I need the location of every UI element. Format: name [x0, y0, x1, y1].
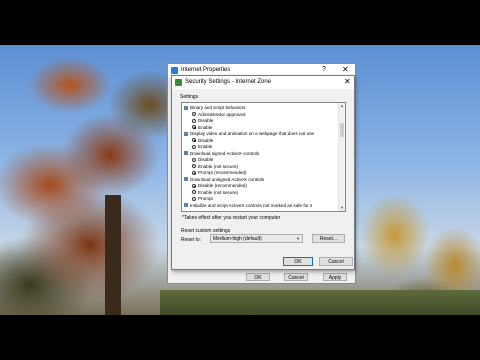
setting-label: Enable [198, 124, 213, 130]
reset-to-label: Reset to: [181, 237, 202, 243]
setting-label: Prompt [198, 196, 213, 201]
radio-button[interactable] [192, 138, 196, 143]
setting-label: Disable (recommended) [198, 183, 248, 188]
setting-group: Initialize and script ActiveX controls n… [184, 202, 312, 209]
radio-button[interactable] [192, 157, 196, 162]
setting-label: Download unsigned ActiveX controls [190, 176, 265, 182]
close-icon[interactable]: ✕ [344, 77, 351, 86]
setting-label: Disable [198, 157, 214, 162]
setting-group-icon [184, 203, 188, 208]
chevron-down-icon: ▼ [296, 236, 300, 241]
reset-level-select[interactable]: Medium-high (default) ▼ [210, 234, 303, 243]
setting-label: Download signed ActiveX controls [190, 150, 260, 156]
ok-button[interactable]: OK [246, 273, 270, 281]
setting-label: Binary and script behaviors [190, 105, 246, 110]
dialog-title: Security Settings - Internet Zone [185, 79, 272, 85]
scroll-down-icon[interactable]: ▼ [339, 205, 345, 211]
radio-button[interactable] [192, 144, 196, 149]
radio-button[interactable] [192, 118, 196, 123]
letterbox-top [0, 0, 480, 45]
scroll-up-icon[interactable]: ▲ [339, 103, 345, 109]
setting-label: Enable (not secure) [198, 163, 239, 169]
help-button[interactable]: ? [322, 66, 326, 73]
cancel-button[interactable]: Cancel [319, 257, 353, 266]
radio-button[interactable] [192, 196, 196, 201]
setting-group-icon [184, 131, 188, 136]
apply-button[interactable]: Apply [323, 273, 347, 281]
restart-note: *Takes effect after you restart your com… [182, 215, 281, 221]
letterbox-bottom [0, 315, 480, 360]
tree-trunk [105, 195, 121, 315]
security-settings-dialog: Security Settings - Internet Zone ✕ Sett… [171, 75, 355, 270]
setting-label: Disable [198, 118, 214, 123]
setting-label: Initialize and script ActiveX controls n… [190, 202, 313, 208]
ok-button[interactable]: OK [283, 257, 313, 266]
settings-label: Settings [180, 94, 199, 100]
radio-button[interactable] [192, 164, 196, 169]
scroll-thumb[interactable] [340, 123, 344, 137]
radio-button[interactable] [192, 170, 196, 175]
setting-group-icon [184, 105, 188, 110]
setting-label: Prompt (recommended) [198, 170, 247, 175]
radio-button[interactable] [192, 125, 196, 130]
radio-button[interactable] [192, 112, 196, 117]
reset-level-value: Medium-high (default) [213, 236, 262, 242]
radio-button[interactable] [192, 183, 196, 188]
setting-group-icon [184, 177, 188, 182]
vertical-scrollbar[interactable]: ▲ ▼ [338, 103, 345, 211]
setting-label: Administrator approved [198, 111, 246, 117]
setting-label: Enable [198, 144, 213, 149]
setting-label: Disable [198, 137, 214, 143]
internet-options-icon [171, 67, 178, 74]
window-title: Internet Properties [181, 67, 231, 73]
reset-button[interactable]: Reset... [312, 234, 345, 243]
setting-label: Display video and animation on a webpage… [190, 131, 315, 136]
dialog-titlebar: Security Settings - Internet Zone ✕ [172, 76, 354, 89]
security-icon [175, 79, 182, 86]
close-icon[interactable]: ✕ [342, 65, 349, 74]
setting-label: Enable (not secure) [198, 189, 239, 195]
ground [160, 290, 480, 315]
cancel-button[interactable]: Cancel [284, 273, 308, 281]
radio-button[interactable] [192, 190, 196, 195]
setting-group-icon [184, 151, 188, 156]
settings-list[interactable]: ▲ ▼ Binary and script behaviors Administr… [181, 102, 346, 212]
